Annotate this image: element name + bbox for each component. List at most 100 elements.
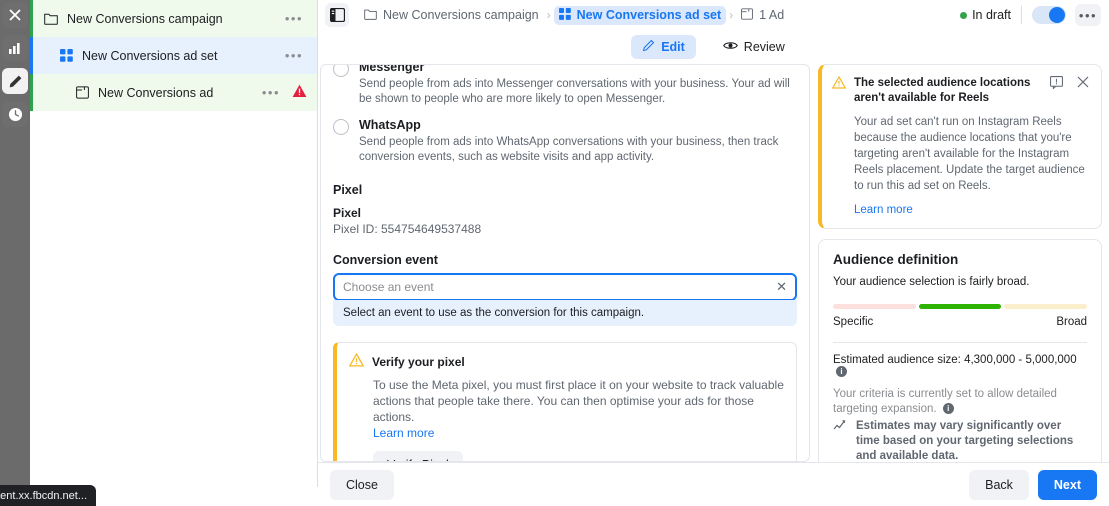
pencil-icon [642,39,655,55]
status-bar-url-preview: ntent.xx.fbcdn.net... [0,485,97,506]
more-options-button[interactable]: ••• [1075,4,1101,26]
tab-review[interactable]: Review [712,36,796,58]
chevron-right-icon: › [546,8,551,22]
option-description: Send people from ads into Messenger conv… [359,78,790,105]
breadcrumb-adset[interactable]: New Conversions ad set [553,5,727,25]
audience-breadth-meter [833,304,1088,309]
conversion-event-input[interactable]: Choose an event ✕ [333,273,797,301]
row-accent-bar [30,74,33,111]
tree-row-ad[interactable]: New Conversions ad ••• [30,74,317,111]
close-icon[interactable] [1077,76,1089,106]
chevron-right-icon: › [729,8,734,22]
meter-segment-balanced [918,304,1002,309]
status-dot-icon [960,11,968,19]
info-icon[interactable]: i [942,403,954,414]
alert-title: The selected audience locations aren't a… [854,77,1031,104]
adset-form-panel: Messenger Send people from ads into Mess… [320,64,810,462]
next-button[interactable]: Next [1037,469,1097,500]
wizard-footer: Close Back Next [318,462,1109,506]
pencil-icon[interactable] [2,68,28,94]
chart-icon[interactable] [2,35,28,61]
pixel-section-heading: Pixel [333,183,363,197]
conversion-location-option-messenger[interactable]: Messenger Send people from ads into Mess… [333,64,797,107]
back-button[interactable]: Back [969,469,1029,500]
close-button[interactable]: Close [330,469,394,500]
folder-icon [364,8,377,23]
meter-label-broad: Broad [1056,316,1087,328]
folder-icon [44,12,58,25]
option-title: Messenger [359,64,425,74]
radio-button[interactable] [333,65,349,77]
estimate-label: Estimated audience size: [833,354,961,366]
conversion-event-label: Conversion event [333,253,438,267]
left-icon-rail [0,0,30,506]
info-icon[interactable]: i [836,366,847,377]
breadcrumb-campaign[interactable]: New Conversions campaign [359,6,544,25]
tab-label: Review [743,40,785,54]
divider [1021,6,1022,24]
panel-toggle-icon[interactable] [325,3,349,27]
feedback-icon[interactable] [1050,76,1063,106]
clock-icon[interactable] [2,101,28,127]
breadcrumb-ads[interactable]: 1 Ad [736,6,789,25]
ad-icon [741,7,754,23]
status-bar-text: ntent.xx.fbcdn.net... [0,489,88,502]
reels-availability-alert-card: The selected audience locations aren't a… [818,64,1102,229]
verify-pixel-header: Verify your pixel [348,352,784,370]
status-badge: In draft [960,8,1011,22]
conversion-event-helper-text: Select an event to use as the conversion… [333,300,797,326]
conversion-location-option-whatsapp[interactable]: WhatsApp Send people from ads into Whats… [333,118,797,165]
eye-icon [722,40,738,54]
pixel-id: Pixel ID: 554754649537488 [333,222,482,236]
status-label: In draft [972,8,1011,22]
radio-button[interactable] [333,119,349,135]
meter-segment-broad [1004,304,1088,309]
verify-pixel-title: Verify your pixel [372,354,465,369]
estimate-disclaimer: Estimates may vary significantly over ti… [833,419,1087,464]
targeting-expansion-note: Your criteria is currently set to allow … [833,387,1087,417]
trend-icon [833,419,849,464]
divider [833,342,1087,343]
top-bar: New Conversions campaign › New Conversio… [318,0,1109,30]
meter-label-specific: Specific [833,316,874,328]
pixel-name: Pixel [333,206,362,220]
object-tree-sidebar: New Conversions campaign ••• New Convers… [30,0,318,487]
close-icon[interactable] [2,2,28,28]
error-triangle-icon[interactable] [292,84,307,101]
verify-pixel-card: Verify your pixel To use the Meta pixel,… [333,342,797,461]
grid-icon [60,49,73,62]
alert-body: Your ad set can't run on Instagram Reels… [854,116,1085,192]
row-accent-bar [30,37,33,74]
tree-row-label: New Conversions ad [98,85,214,100]
meter-labels: Specific Broad [833,316,1087,328]
warning-triangle-icon [831,75,847,106]
tree-row-adset[interactable]: New Conversions ad set ••• [30,37,317,74]
audience-definition-subtitle: Your audience selection is fairly broad. [833,276,1030,288]
editor-tabs: Edit Review [318,30,1109,64]
tree-row-label: New Conversions campaign [67,11,223,26]
verify-pixel-button[interactable]: Verify Pixel [373,451,463,461]
tab-edit[interactable]: Edit [631,35,696,59]
tree-row-campaign[interactable]: New Conversions campaign ••• [30,0,317,37]
audience-definition-heading: Audience definition [833,252,959,267]
warning-triangle-icon [348,352,365,370]
meter-segment-specific [833,304,916,309]
disclaimer-text: Estimates may vary significantly over ti… [856,420,1074,462]
activation-toggle[interactable] [1032,6,1066,24]
tree-row-menu-button[interactable]: ••• [281,48,307,63]
row-accent-bar [30,0,33,37]
option-description: Send people from ads into WhatsApp conve… [359,136,779,163]
tab-label: Edit [661,40,685,54]
clear-icon[interactable]: ✕ [776,279,787,295]
tree-row-menu-button[interactable]: ••• [281,11,307,26]
option-title: WhatsApp [359,118,421,132]
verify-pixel-body: To use the Meta pixel, you must first pl… [373,378,784,424]
toggle-knob [1049,7,1065,23]
estimated-audience-size: Estimated audience size: 4,300,000 - 5,0… [833,354,1087,378]
right-info-rail: The selected audience locations aren't a… [818,64,1102,464]
audience-definition-card: Audience definition Your audience select… [818,239,1102,464]
tree-row-label: New Conversions ad set [82,48,218,63]
verify-pixel-learn-more-link[interactable]: Learn more [373,425,784,441]
tree-row-menu-button[interactable]: ••• [258,85,284,100]
alert-learn-more-link[interactable]: Learn more [854,204,1089,216]
